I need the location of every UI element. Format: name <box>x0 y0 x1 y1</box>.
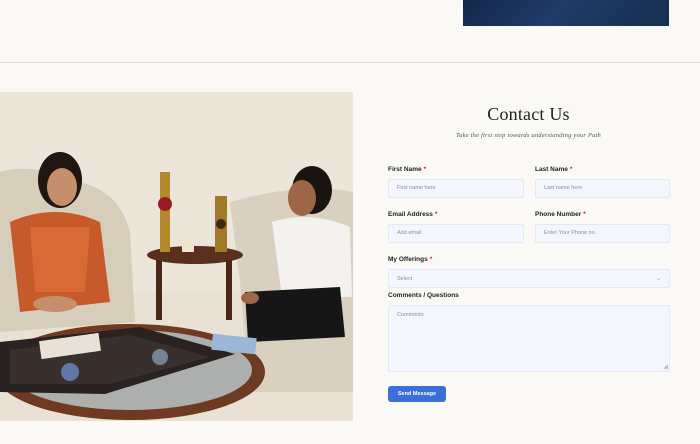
required-marker: * <box>583 211 586 218</box>
email-input[interactable]: Add email <box>388 224 524 243</box>
offerings-select[interactable]: Select ⌄ <box>388 269 670 288</box>
first-name-field: First Name * First name here <box>388 166 524 198</box>
send-message-button[interactable]: Send Message <box>388 386 446 402</box>
contact-title: Contact Us <box>487 104 570 124</box>
offerings-label: My Offerings * <box>388 256 433 263</box>
email-label: Email Address * <box>388 211 438 218</box>
first-name-label: First Name * <box>388 166 427 173</box>
last-name-field: Last Name * Last name here <box>535 166 670 198</box>
phone-input[interactable]: Enter Your Phone no. <box>535 224 670 243</box>
last-name-input[interactable]: Last name here <box>535 179 670 198</box>
offerings-selected-value: Select <box>397 275 413 282</box>
comments-label: Comments / Questions <box>388 292 459 299</box>
chevron-down-icon: ⌄ <box>655 276 661 282</box>
required-marker: * <box>434 211 438 218</box>
phone-label: Phone Number * <box>535 211 586 218</box>
first-name-input[interactable]: First name here <box>388 179 524 198</box>
consultation-photo <box>0 92 353 421</box>
resize-grip-icon[interactable]: ◢ <box>663 363 668 370</box>
contact-subtitle: Take the first step towards understandin… <box>456 132 601 139</box>
section-divider <box>0 62 700 63</box>
phone-field: Phone Number * Enter Your Phone no. <box>535 211 670 243</box>
email-field: Email Address * Add email <box>388 211 524 243</box>
comments-textarea[interactable]: Comments ◢ <box>388 305 670 372</box>
top-banner-image <box>463 0 669 26</box>
comments-placeholder: Comments <box>397 312 424 318</box>
comments-field: Comments / Questions Comments ◢ <box>388 292 670 372</box>
required-marker: * <box>569 166 573 173</box>
required-marker: * <box>429 256 433 263</box>
offerings-field: My Offerings * Select ⌄ <box>388 256 670 288</box>
last-name-label: Last Name * <box>535 166 573 173</box>
required-marker: * <box>423 166 427 173</box>
